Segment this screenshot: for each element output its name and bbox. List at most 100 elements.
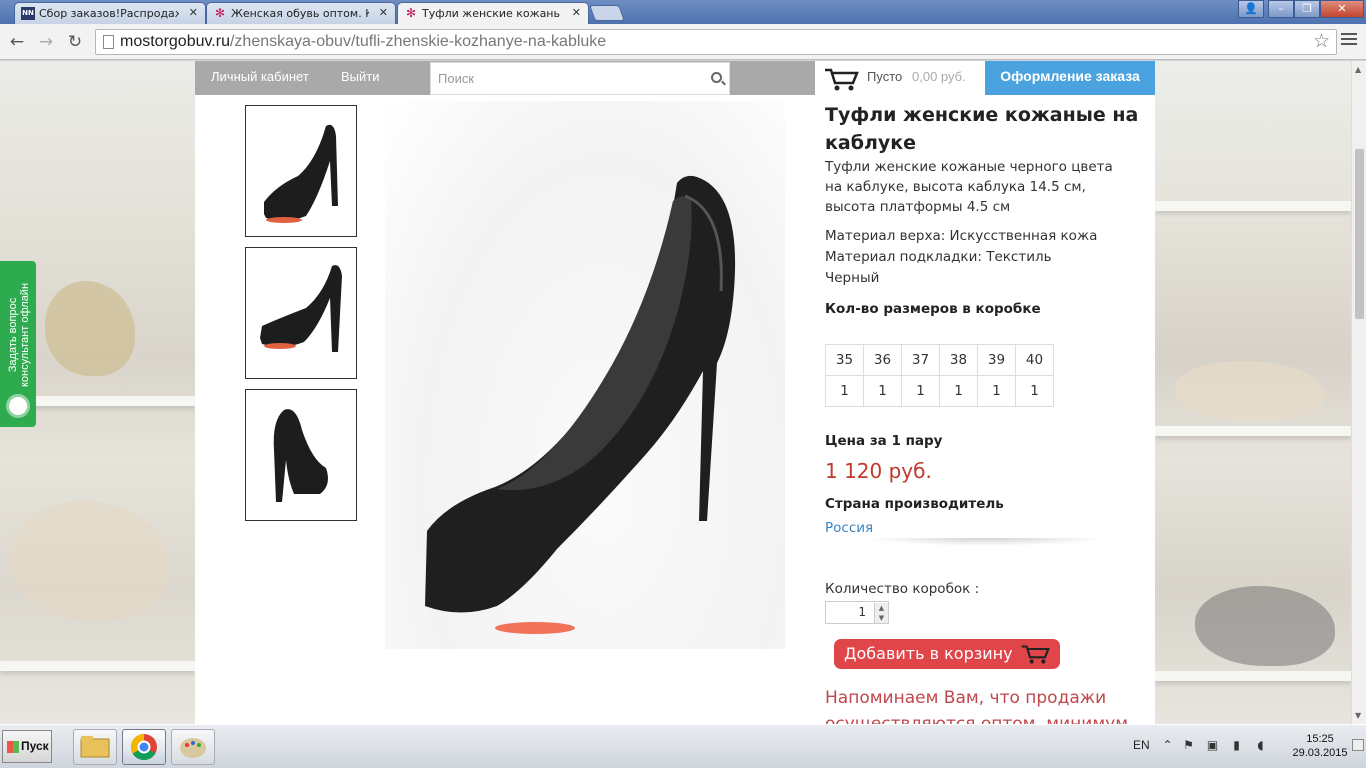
background-shoe-image xyxy=(1195,586,1335,666)
add-to-cart-button[interactable]: Добавить в корзину xyxy=(834,639,1060,669)
windows-logo-icon xyxy=(7,741,19,753)
browser-tab-1[interactable]: NN Сбор заказов!Распродажа д ✕ xyxy=(14,2,206,24)
page-scrollbar[interactable]: ▲ ▼ xyxy=(1351,61,1366,724)
close-tab-icon[interactable]: ✕ xyxy=(189,6,198,19)
browser-tab-2[interactable]: ✻ Женская обувь оптом. Купи ✕ xyxy=(206,2,396,24)
device-icon[interactable]: ▣ xyxy=(1206,739,1219,752)
language-indicator[interactable]: EN xyxy=(1133,738,1150,752)
cart-total: 0,00 руб. xyxy=(912,69,966,84)
logout-link[interactable]: Выйти xyxy=(341,61,380,95)
reload-icon[interactable]: ↻ xyxy=(64,31,86,53)
restore-button[interactable]: ❐ xyxy=(1294,0,1320,18)
account-link[interactable]: Личный кабинет xyxy=(211,61,309,95)
new-tab-button[interactable] xyxy=(589,5,625,21)
mini-cart[interactable]: Пусто 0,00 руб. xyxy=(815,61,985,95)
divider xyxy=(865,538,1105,546)
size-count-cell: 1 xyxy=(939,375,978,407)
close-window-button[interactable]: ✕ xyxy=(1320,0,1364,18)
minimize-button[interactable]: – xyxy=(1268,0,1294,18)
size-count-cell: 1 xyxy=(977,375,1016,407)
nn-logo-icon: NN xyxy=(21,7,35,20)
wholesale-reminder: Напоминаем Вам, что продажи осуществляют… xyxy=(825,688,1129,724)
bookmark-star-icon[interactable]: ☆ xyxy=(1313,30,1330,54)
size-count-cell: 1 xyxy=(901,375,940,407)
top-navigation-bar: Личный кабинет Выйти Поиск Пусто 0,00 ру… xyxy=(195,61,1155,95)
size-cell: 40 xyxy=(1015,344,1054,376)
country-link[interactable]: Россия xyxy=(825,520,873,536)
scroll-thumb[interactable] xyxy=(1355,149,1364,319)
shelf xyxy=(1155,426,1351,436)
size-cell: 37 xyxy=(901,344,940,376)
tab-title: Сбор заказов!Распродажа д xyxy=(39,7,179,20)
page-icon xyxy=(103,35,114,49)
product-title: Туфли женские кожаные на каблуке xyxy=(825,104,1139,154)
add-to-cart-label: Добавить в корзину xyxy=(844,644,1013,663)
close-tab-icon[interactable]: ✕ xyxy=(572,6,581,19)
shelf xyxy=(1155,671,1351,681)
background-shoe-image xyxy=(45,281,135,376)
signal-icon[interactable]: ▮ xyxy=(1230,739,1243,752)
paint-icon[interactable] xyxy=(171,729,215,765)
browser-tab-bar: NN Сбор заказов!Распродажа д ✕ ✻ Женская… xyxy=(0,0,1366,24)
chat-icon xyxy=(6,394,30,418)
shoe-thumbnail-image xyxy=(264,124,338,223)
product-main-image[interactable] xyxy=(385,101,785,649)
shoe-thumbnail-image xyxy=(260,265,342,352)
browser-tab-3[interactable]: ✻ Туфли женские кожаные н ✕ xyxy=(397,2,589,24)
search-placeholder: Поиск xyxy=(438,71,475,86)
consultant-label-line2: консультант офлайн xyxy=(19,282,31,388)
close-tab-icon[interactable]: ✕ xyxy=(379,6,388,19)
menu-icon[interactable] xyxy=(1341,33,1357,48)
sizes-table: 35 36 37 38 39 40 1 1 1 1 1 1 xyxy=(825,344,1054,407)
quantity-stepper[interactable]: 1 ▲ ▼ xyxy=(825,601,889,624)
product-thumbnail-3[interactable] xyxy=(245,389,357,521)
url-path: /zhenskaya-obuv/tufli-zhenskie-kozhanye-… xyxy=(229,33,607,50)
palette-icon xyxy=(180,738,206,758)
browser-toolbar: ← → ↻ mostorgobuv.ru/zhenskaya-obuv/tufl… xyxy=(0,24,1366,60)
shoe-main-image xyxy=(425,175,736,634)
increment-arrow-icon[interactable]: ▲ xyxy=(874,603,888,613)
product-thumbnail-1[interactable] xyxy=(245,105,357,237)
material-lining: Материал подкладки: Текстиль xyxy=(825,249,1052,265)
file-explorer-icon[interactable] xyxy=(73,729,117,765)
shelf xyxy=(1155,201,1351,211)
size-count-cell: 1 xyxy=(1015,375,1054,407)
star-logo-icon: ✻ xyxy=(214,6,226,20)
product-thumbnail-2[interactable] xyxy=(245,247,357,379)
show-hidden-icons-icon[interactable]: ⌃ xyxy=(1161,739,1174,752)
scroll-up-arrow-icon[interactable]: ▲ xyxy=(1355,65,1361,74)
back-arrow-icon[interactable]: ← xyxy=(6,31,28,53)
notification-icon[interactable] xyxy=(1352,739,1364,751)
size-cell: 39 xyxy=(977,344,1016,376)
decrement-arrow-icon[interactable]: ▼ xyxy=(874,613,888,623)
folder-icon xyxy=(80,736,110,758)
consultant-label-line1: Задать вопрос xyxy=(7,297,19,373)
table-row: 35 36 37 38 39 40 xyxy=(825,344,1054,376)
system-clock[interactable]: 15:25 29.03.2015 xyxy=(1280,732,1360,760)
product-description: Туфли женские кожаные черного цвета на к… xyxy=(825,159,1113,215)
forward-arrow-icon[interactable]: → xyxy=(35,31,57,53)
size-count-cell: 1 xyxy=(863,375,902,407)
cart-icon xyxy=(1021,645,1050,664)
scroll-down-arrow-icon[interactable]: ▼ xyxy=(1355,711,1361,720)
background-right-decoration xyxy=(1155,61,1351,724)
user-icon[interactable]: 👤 xyxy=(1238,0,1264,18)
background-shoe-image xyxy=(10,501,170,621)
clock-time: 15:25 xyxy=(1306,733,1334,745)
cart-status: Пусто xyxy=(867,69,903,84)
search-input[interactable]: Поиск xyxy=(430,62,730,95)
action-center-flag-icon[interactable]: ⚑ xyxy=(1182,739,1195,752)
search-icon[interactable] xyxy=(711,72,722,83)
start-button[interactable]: Пуск xyxy=(2,730,52,763)
address-bar[interactable]: mostorgobuv.ru/zhenskaya-obuv/tufli-zhen… xyxy=(95,29,1337,55)
consultant-widget[interactable]: Задать вопрос консультант офлайн xyxy=(0,261,36,427)
checkout-button[interactable]: Оформление заказа xyxy=(985,61,1155,95)
price-value: 1 120 руб. xyxy=(825,459,932,483)
tab-title: Туфли женские кожаные н xyxy=(422,7,560,20)
volume-icon[interactable]: ◖ xyxy=(1254,739,1267,752)
chrome-icon[interactable] xyxy=(122,729,166,765)
quantity-value: 1 xyxy=(858,605,866,619)
windows-taskbar: Пуск EN ⌃ ⚑ ▣ ▮ ◖ 15:25 29.03.2015 xyxy=(0,724,1366,768)
cart-icon xyxy=(825,68,859,91)
page-viewport: Личный кабинет Выйти Поиск Пусто 0,00 ру… xyxy=(0,61,1351,724)
